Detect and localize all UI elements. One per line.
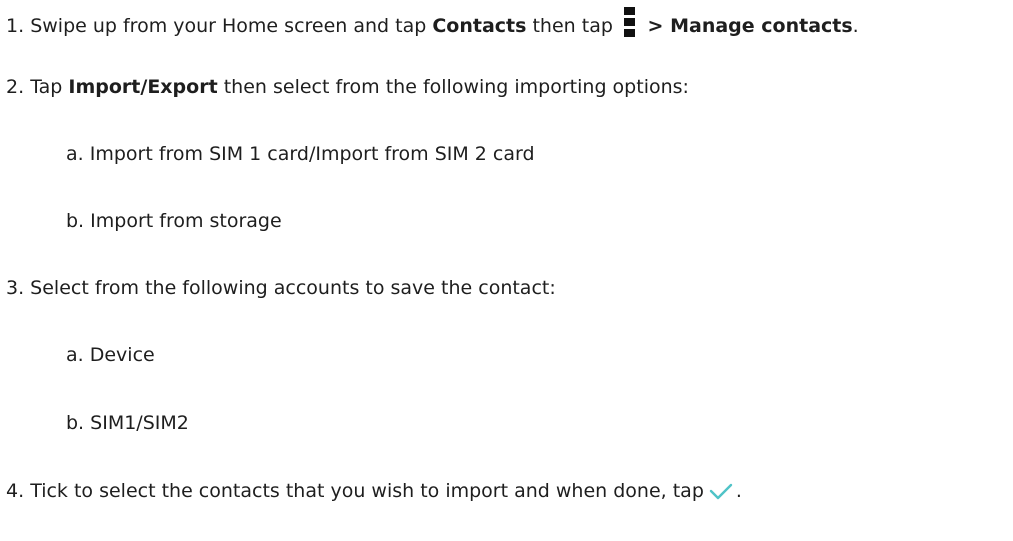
- step-number: 3.: [6, 277, 25, 299]
- step-4: 4. Tick to select the contacts that you …: [6, 479, 742, 503]
- checkmark-icon: [709, 483, 733, 500]
- step-3-subitem-b: b. SIM1/SIM2: [66, 411, 189, 435]
- step-2-subitem-b: b. Import from storage: [66, 209, 282, 233]
- step-number: 1.: [6, 15, 25, 37]
- more-vert-icon: [623, 7, 637, 41]
- subitem-text: SIM1/SIM2: [90, 412, 189, 434]
- subitem-text: Import from storage: [90, 210, 282, 232]
- step-2-subitem-a: a. Import from SIM 1 card/Import from SI…: [66, 142, 535, 166]
- step-1: 1. Swipe up from your Home screen and ta…: [6, 7, 859, 41]
- step-text: Tap: [30, 76, 69, 98]
- step-text: .: [852, 15, 859, 37]
- step-text: Select from the following accounts to sa…: [24, 277, 556, 299]
- subitem-text: Import from SIM 1 card/Import from SIM 2…: [89, 143, 535, 165]
- subitem-letter: b.: [66, 210, 85, 232]
- step-text: then tap: [526, 15, 619, 37]
- manage-contacts-label: > Manage contacts: [640, 15, 853, 37]
- step-3-subitem-a: a. Device: [66, 343, 155, 367]
- step-text: Swipe up from your Home screen and tap: [30, 15, 433, 37]
- step-2: 2. Tap Import/Export then select from th…: [6, 75, 689, 99]
- step-3: 3. Select from the following accounts to…: [6, 276, 556, 300]
- subitem-letter: b.: [66, 412, 85, 434]
- step-text: .: [735, 480, 742, 502]
- import-export-label: Import/Export: [68, 76, 218, 98]
- subitem-letter: a.: [66, 143, 84, 165]
- step-text: then select from the following importing…: [217, 76, 689, 98]
- subitem-text: Device: [89, 344, 155, 366]
- step-text: Tick to select the contacts that you wis…: [30, 480, 704, 502]
- step-number: 4.: [6, 480, 25, 502]
- step-number: 2.: [6, 76, 25, 98]
- contacts-label: Contacts: [432, 15, 527, 37]
- subitem-letter: a.: [66, 344, 84, 366]
